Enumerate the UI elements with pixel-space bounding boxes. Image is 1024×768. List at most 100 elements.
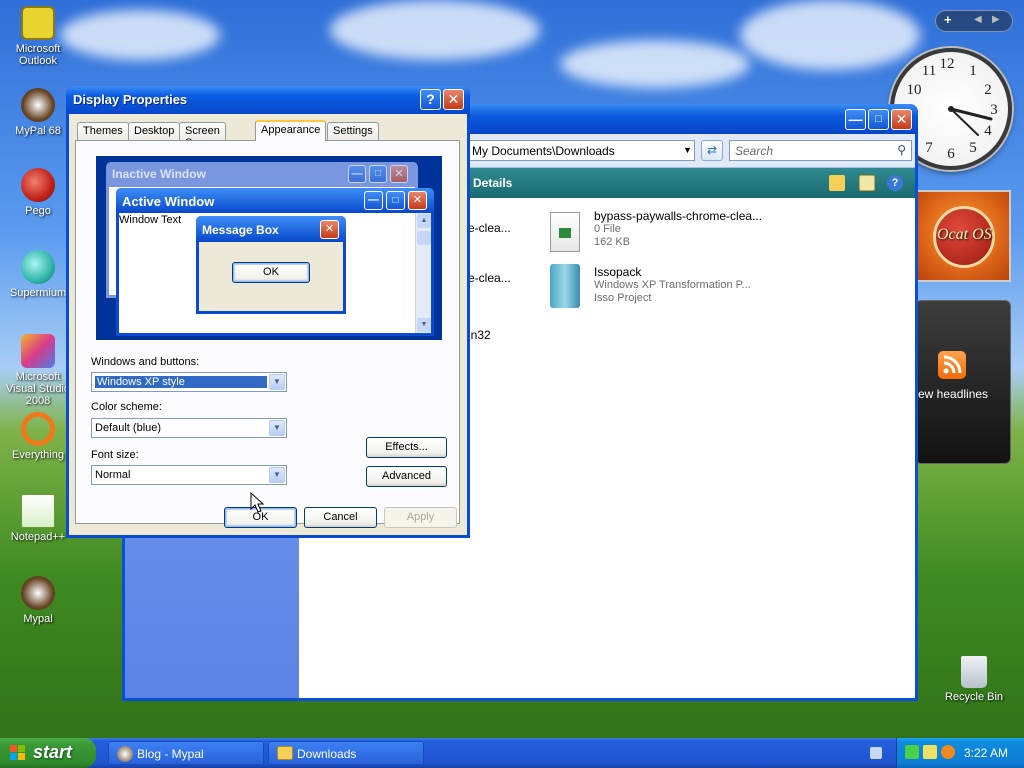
color-scheme-select[interactable]: Default (blue) ▼ xyxy=(91,418,287,438)
everything-icon xyxy=(21,412,55,446)
add-gadget-icon[interactable]: + xyxy=(944,12,952,27)
pego-icon xyxy=(21,168,55,202)
folder-up-icon[interactable] xyxy=(829,175,845,191)
file-badge xyxy=(559,228,571,238)
windows-logo-icon xyxy=(10,745,26,761)
file-name: bypass-paywalls-chrome-clea... xyxy=(594,209,763,223)
file-size: 162 KB xyxy=(594,236,631,248)
close-button[interactable]: ✕ xyxy=(443,89,464,110)
desktop-icon-label: Notepad++ xyxy=(10,531,66,543)
tab-appearance[interactable]: Appearance xyxy=(255,120,327,141)
taskbar-item-label: Downloads xyxy=(297,747,357,761)
chevron-down-icon[interactable]: ▼ xyxy=(680,140,695,161)
cloud xyxy=(560,40,750,88)
desktop-icon-label: Supermium xyxy=(9,287,67,299)
font-size-select[interactable]: Normal ▼ xyxy=(91,465,287,485)
desktop-icon-label: Pego xyxy=(25,205,51,217)
minimize-button[interactable]: — xyxy=(845,109,866,130)
cloud xyxy=(740,0,920,70)
close-button[interactable]: ✕ xyxy=(891,109,912,130)
windows-buttons-select[interactable]: Windows XP style ▼ xyxy=(91,372,287,392)
scroll-thumb xyxy=(417,231,431,245)
apply-button[interactable]: Apply xyxy=(384,507,457,528)
minimize-icon: — xyxy=(364,191,383,210)
desktop-icon-visual-studio[interactable]: Microsoft Visual Studio 2008 xyxy=(0,334,76,407)
file-icon xyxy=(550,212,580,252)
system-tray: 3:22 AM xyxy=(896,738,1024,768)
partial-file-name[interactable]: e-clea... xyxy=(468,221,511,235)
slideshow-gadget[interactable]: Ocat OS xyxy=(915,190,1011,282)
address-input[interactable]: My Documents\Downloads xyxy=(467,140,695,161)
network-icon[interactable] xyxy=(905,745,919,759)
help-icon[interactable]: ? xyxy=(887,175,903,191)
folder-view-icon[interactable] xyxy=(859,175,875,191)
maximize-icon: □ xyxy=(369,165,387,183)
package-icon xyxy=(550,264,580,308)
search-placeholder: Search xyxy=(735,144,774,158)
desktop-icon-label: MyPal 68 xyxy=(15,125,61,137)
dialog-titlebar[interactable]: Display Properties ? ✕ xyxy=(66,86,470,114)
clock-time[interactable]: 3:22 AM xyxy=(964,746,1008,760)
search-icon[interactable]: ⚲ xyxy=(897,143,906,157)
file-item[interactable]: Issopack Windows XP Transformation P... … xyxy=(594,265,751,305)
preview-ok-button: OK xyxy=(232,262,310,283)
rss-icon xyxy=(938,351,966,379)
file-item[interactable]: bypass-paywalls-chrome-clea... 0 File 16… xyxy=(594,209,762,249)
gadget-controls: + ◀ ▶ xyxy=(935,10,1013,32)
color-scheme-label: Color scheme: xyxy=(91,401,162,413)
dialog-client: Themes Desktop Screen Saver Appearance S… xyxy=(69,114,467,535)
font-size-value: Normal xyxy=(95,469,131,481)
taskbar-item-blog-mypal[interactable]: Blog - Mypal xyxy=(108,741,264,765)
partial-file-name[interactable]: in32 xyxy=(468,328,491,342)
taskbar-item-downloads[interactable]: Downloads xyxy=(268,741,424,765)
active-window-title: Active Window xyxy=(122,194,215,209)
desktop-icon-supermium[interactable]: Supermium xyxy=(0,250,76,299)
taskbar: start Blog - Mypal Downloads 3:22 AM xyxy=(0,738,1024,768)
inactive-window-title: Inactive Window xyxy=(112,167,206,181)
cloud xyxy=(330,0,540,60)
chevron-down-icon[interactable]: ▼ xyxy=(269,374,285,390)
view-label[interactable]: Details xyxy=(473,176,512,190)
effects-button[interactable]: Effects... xyxy=(366,437,447,458)
cancel-button[interactable]: Cancel xyxy=(304,507,377,528)
desktop-icon-notepadpp[interactable]: Notepad++ xyxy=(0,494,76,543)
font-size-label: Font size: xyxy=(91,449,139,461)
partial-file-name[interactable]: e-clea... xyxy=(468,271,511,285)
maximize-button[interactable]: □ xyxy=(868,109,889,130)
show-desktop-icon[interactable] xyxy=(870,747,882,759)
search-input[interactable]: Search ⚲ xyxy=(729,140,912,161)
desktop-icon-everything[interactable]: Everything xyxy=(0,412,76,461)
tab-desktop[interactable]: Desktop xyxy=(128,122,181,140)
tray-app-icon[interactable] xyxy=(923,745,937,759)
folder-icon xyxy=(277,746,293,760)
feed-headlines-gadget[interactable]: ew headlines xyxy=(915,300,1011,464)
file-type: 0 File xyxy=(594,223,621,235)
start-button[interactable]: start xyxy=(0,738,96,768)
desktop-icon-recycle-bin[interactable]: Recycle Bin xyxy=(936,656,1012,703)
start-label: start xyxy=(33,742,73,762)
tab-themes[interactable]: Themes xyxy=(77,122,129,140)
help-button[interactable]: ? xyxy=(420,89,441,110)
advanced-button[interactable]: Advanced xyxy=(366,466,447,487)
desktop-icon-mypal68[interactable]: MyPal 68 xyxy=(0,88,76,137)
file-name: Issopack xyxy=(594,265,642,279)
message-box-body: OK xyxy=(199,242,343,311)
refresh-icon[interactable]: ⇄ xyxy=(701,140,723,161)
chevron-down-icon[interactable]: ▼ xyxy=(269,467,285,483)
close-icon: ✕ xyxy=(408,191,427,210)
chevron-down-icon[interactable]: ▼ xyxy=(269,420,285,436)
message-box-title: Message Box xyxy=(202,223,279,237)
desktop-icon-outlook[interactable]: Microsoft Outlook xyxy=(0,6,76,67)
appearance-preview: Inactive Window — □ ✕ Active Window — □ … xyxy=(95,155,443,341)
next-icon[interactable]: ▶ xyxy=(992,14,1000,25)
mypal-icon xyxy=(117,746,133,762)
desktop-icon-mypal[interactable]: Mypal xyxy=(0,576,76,625)
desktop-icon-label: Microsoft Outlook xyxy=(15,43,61,67)
previous-icon[interactable]: ◀ xyxy=(974,14,982,25)
tab-screen-saver[interactable]: Screen Saver xyxy=(179,122,226,149)
tab-settings[interactable]: Settings xyxy=(327,122,379,140)
desktop-icon-pego[interactable]: Pego xyxy=(0,168,76,217)
everything-tray-icon[interactable] xyxy=(941,745,955,759)
dialog-title: Display Properties xyxy=(73,92,188,107)
supermium-icon xyxy=(21,250,55,284)
